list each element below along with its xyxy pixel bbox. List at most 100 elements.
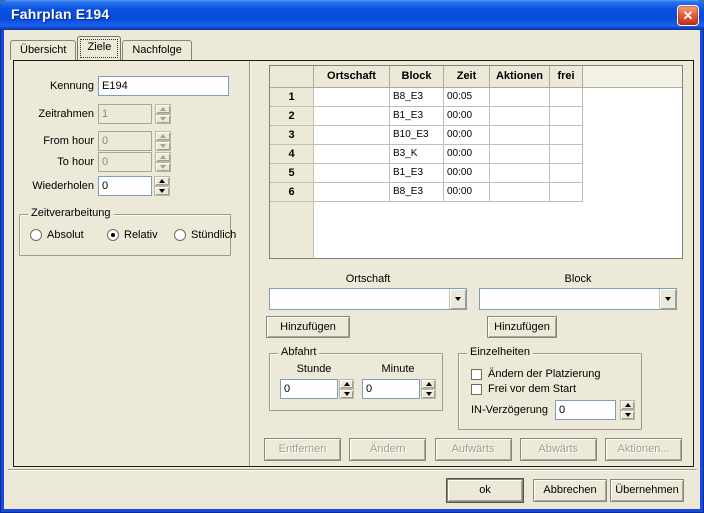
spin-up-icon[interactable] — [421, 379, 436, 389]
uebernehmen-button[interactable]: Übernehmen — [610, 479, 684, 502]
wiederholen-label: Wiederholen — [14, 180, 94, 192]
table-row[interactable]: 1 B8_E3 00:05 — [270, 88, 682, 107]
spin-down-icon[interactable] — [154, 186, 170, 196]
cell-frei — [550, 88, 583, 107]
hinzufuegen-block-button[interactable]: Hinzufügen — [487, 316, 557, 338]
ortschaft-combobox[interactable] — [269, 288, 467, 310]
row-header-filler — [270, 202, 314, 258]
radio-absolut-icon[interactable] — [30, 229, 42, 241]
titlebar[interactable]: Fahrplan E194 ✕ — [0, 0, 704, 30]
cell-block: B1_E3 — [390, 164, 444, 183]
from-hour-label: From hour — [14, 135, 94, 147]
cell-zeit: 00:00 — [444, 164, 490, 183]
tab-ziele-label: Ziele — [87, 41, 111, 53]
cell-aktionen — [490, 145, 550, 164]
wiederholen-stepper[interactable] — [154, 176, 170, 196]
ortschaft-combobox-value — [270, 289, 449, 309]
frei-vor-start-checkbox-row[interactable]: Frei vor dem Start — [471, 383, 576, 395]
table-row[interactable]: 2 B1_E3 00:00 — [270, 107, 682, 126]
spin-up-icon[interactable] — [154, 176, 170, 186]
abfahrt-group: Abfahrt Stunde Minute — [269, 353, 443, 411]
einzelheiten-title: Einzelheiten — [467, 346, 533, 358]
tab-nachfolge[interactable]: Nachfolge — [122, 40, 192, 60]
radio-stuendlich-label: Stündlich — [191, 229, 236, 241]
abbrechen-button[interactable]: Abbrechen — [533, 479, 607, 502]
aendern-platzierung-checkbox-row[interactable]: Ändern der Platzierung — [471, 368, 601, 380]
cell-zeit: 00:00 — [444, 107, 490, 126]
cell-aktionen — [490, 126, 550, 145]
aufwaerts-button: Aufwärts — [435, 438, 512, 461]
dialog-window: Fahrplan E194 ✕ Übersicht Ziele Nachfolg… — [0, 0, 704, 513]
window-title: Fahrplan E194 — [11, 6, 109, 22]
tabstrip: Übersicht Ziele Nachfolge — [10, 35, 193, 60]
tab-nachfolge-label: Nachfolge — [132, 44, 182, 56]
minute-stepper[interactable] — [421, 379, 436, 399]
aendern-button: Ändern — [349, 438, 426, 461]
zeitrahmen-field — [98, 104, 152, 124]
in-verzoegerung-stepper[interactable] — [620, 400, 635, 420]
block-combobox[interactable] — [479, 288, 677, 310]
checkbox-icon[interactable] — [471, 369, 482, 380]
cell-block: B8_E3 — [390, 183, 444, 202]
cell-ortschaft — [314, 88, 390, 107]
spin-down-icon[interactable] — [421, 389, 436, 399]
table-row[interactable]: 4 B3_K 00:00 — [270, 145, 682, 164]
schedule-table[interactable]: Ortschaft Block Zeit Aktionen frei 1 B8_… — [269, 65, 683, 259]
checkbox-icon[interactable] — [471, 384, 482, 395]
spin-up-icon[interactable] — [620, 400, 635, 410]
tab-ziele[interactable]: Ziele — [77, 36, 121, 60]
zeitverarbeitung-title: Zeitverarbeitung — [28, 207, 114, 219]
block-combo-dropdown-button[interactable] — [659, 289, 676, 309]
row-number: 2 — [270, 107, 314, 126]
radio-stuendlich-icon[interactable] — [174, 229, 186, 241]
einzelheiten-group: Einzelheiten Ändern der Platzierung Frei… — [458, 353, 642, 430]
hinzufuegen-ortschaft-button[interactable]: Hinzufügen — [266, 316, 350, 338]
table-empty-area — [270, 202, 682, 258]
wiederholen-field[interactable] — [98, 176, 152, 196]
table-row[interactable]: 5 B1_E3 00:00 — [270, 164, 682, 183]
block-combo-label: Block — [479, 273, 677, 285]
entfernen-button: Entfernen — [264, 438, 341, 461]
cell-ortschaft — [314, 126, 390, 145]
spin-up-icon[interactable] — [339, 379, 354, 389]
zeitrahmen-label: Zeitrahmen — [14, 108, 94, 120]
cell-zeit: 00:05 — [444, 88, 490, 107]
from-hour-field — [98, 131, 152, 151]
cell-block: B10_E3 — [390, 126, 444, 145]
zeitrahmen-stepper — [155, 104, 171, 124]
stunde-label: Stunde — [274, 363, 354, 375]
ok-button[interactable]: ok — [447, 479, 523, 502]
header-ortschaft: Ortschaft — [314, 66, 390, 88]
chevron-down-icon — [665, 297, 671, 301]
radio-relativ-icon[interactable] — [107, 229, 119, 241]
spin-down-icon[interactable] — [339, 389, 354, 399]
spin-down-icon[interactable] — [620, 410, 635, 420]
zeitverarbeitung-group: Zeitverarbeitung Absolut Relativ Stündli… — [19, 214, 231, 256]
cell-block: B3_K — [390, 145, 444, 164]
stunde-stepper[interactable] — [339, 379, 354, 399]
close-button[interactable]: ✕ — [677, 5, 699, 26]
in-verzoegerung-field[interactable] — [555, 400, 616, 420]
tab-uebersicht[interactable]: Übersicht — [10, 40, 76, 60]
table-row[interactable]: 6 B8_E3 00:00 — [270, 183, 682, 202]
header-frei: frei — [550, 66, 583, 88]
radio-absolut[interactable]: Absolut — [30, 229, 84, 241]
cell-block: B8_E3 — [390, 88, 444, 107]
stunde-field[interactable] — [280, 379, 338, 399]
radio-relativ[interactable]: Relativ — [107, 229, 158, 241]
radio-stuendlich[interactable]: Stündlich — [174, 229, 236, 241]
table-row[interactable]: 3 B10_E3 00:00 — [270, 126, 682, 145]
from-hour-stepper — [155, 131, 171, 151]
kennung-field[interactable] — [98, 76, 229, 96]
close-icon: ✕ — [683, 8, 694, 23]
header-corner — [270, 66, 314, 88]
row-number: 5 — [270, 164, 314, 183]
cell-zeit: 00:00 — [444, 126, 490, 145]
cell-zeit: 00:00 — [444, 145, 490, 164]
kennung-label: Kennung — [14, 80, 94, 92]
header-filler — [583, 66, 682, 88]
minute-field[interactable] — [362, 379, 420, 399]
chevron-down-icon — [455, 297, 461, 301]
cell-frei — [550, 145, 583, 164]
ortschaft-combo-dropdown-button[interactable] — [449, 289, 466, 309]
